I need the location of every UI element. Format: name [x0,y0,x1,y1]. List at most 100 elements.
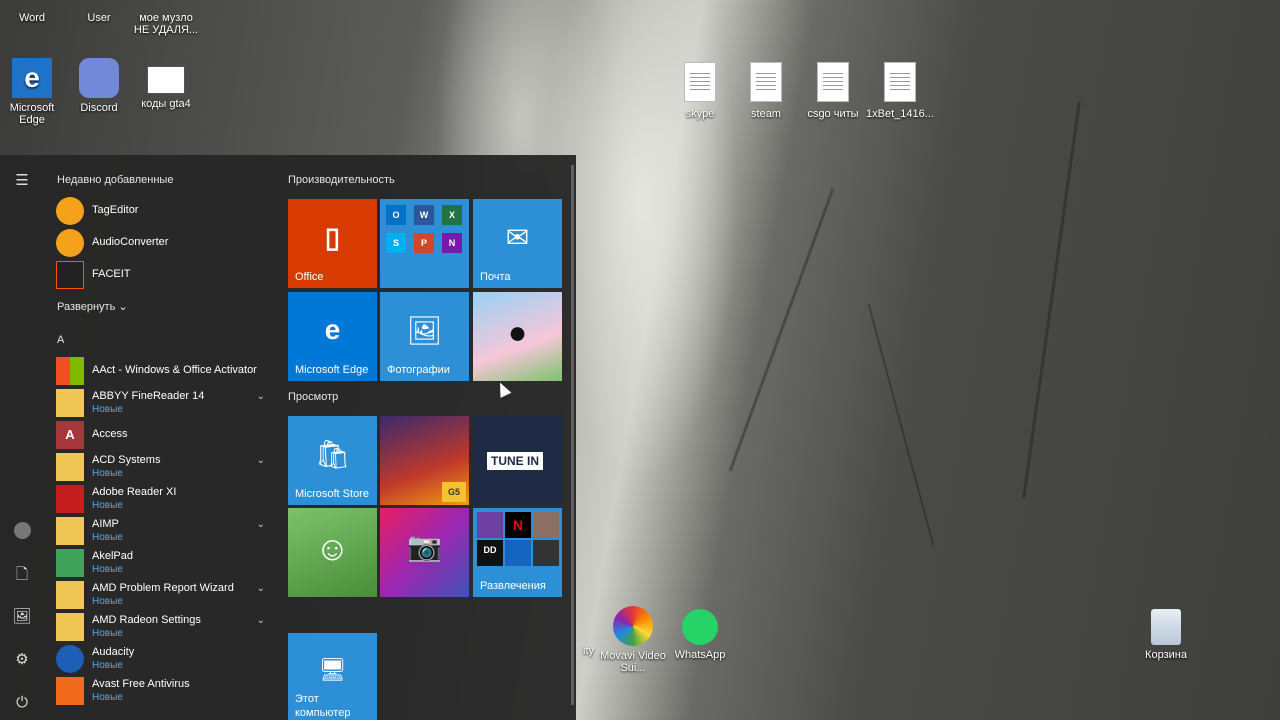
camera-icon: 📷 [407,531,442,562]
chevron-down-icon[interactable]: ⌄ [257,519,265,530]
discord-label: Discord [80,102,118,114]
app-faceit[interactable]: FACEIT [56,259,271,289]
app-adobe-reader[interactable]: Adobe Reader XI Новые [56,483,271,513]
tile-camera[interactable]: 📷 [380,508,469,597]
tile-tunein[interactable]: TUNE IN [473,416,562,505]
document-icon [147,66,185,94]
app-list: Недавно добавленные TagEditor AudioConve… [50,155,280,720]
tile-label: Microsoft Edge [295,364,369,376]
desktop-icon-whatsapp[interactable]: WhatsApp [665,609,735,661]
adobe-reader-icon [56,485,84,513]
tile-edge[interactable]: e Microsoft Edge [288,292,377,381]
new-badge: Новые [92,468,123,479]
desktop-file-1xbet[interactable]: 1xBet_1416... [865,62,935,120]
app-abbyy[interactable]: ABBYY FineReader 14 Новые ⌄ [56,387,271,417]
app-name: Avast Free Antivirus [92,678,190,690]
desktop-file-steam[interactable]: steam [731,62,801,120]
app-aact[interactable]: AAct - Windows & Office Activator [56,355,271,385]
tageditor-icon [56,197,84,225]
folder-icon [56,517,84,545]
new-badge: Новые [92,628,123,639]
tile-hidden-object-game[interactable]: G5 [380,416,469,505]
text-file-icon [750,62,782,102]
mickey-icon: ● [507,314,528,350]
user-label: User [87,12,111,24]
gardener-icon: ☺ [315,530,350,568]
user-avatar-icon[interactable] [12,522,32,542]
app-acd-systems[interactable]: ACD Systems Новые ⌄ [56,451,271,481]
new-badge: Новые [92,660,123,671]
recycle-bin-label: Корзина [1145,649,1187,661]
settings-gear-icon[interactable]: ⚙ [12,650,32,670]
chevron-down-icon[interactable]: ⌄ [257,615,265,626]
tile-this-pc[interactable]: 🖥 Этот компьютер [288,633,377,720]
chevron-down-icon: ⌄ [118,301,128,313]
tile-entertainment[interactable]: N DD Развлечения [473,508,562,597]
tile-office-apps[interactable]: O W X S P N [380,199,469,288]
app-name: AMD Radeon Settings [92,614,201,626]
app-amd-radeon[interactable]: AMD Radeon Settings Новые ⌄ [56,611,271,641]
tile-label: Этот компьютер [295,693,351,719]
desktop-icon-discord[interactable]: Discord [64,58,134,114]
expand-button[interactable]: Развернуть ⌄ [57,300,128,313]
tile-office[interactable]: ▯ Office [288,199,377,288]
tile-gardenscapes[interactable]: ☺ [288,508,377,597]
group-header-browse[interactable]: Просмотр [288,391,338,403]
office-icon: ▯ [324,222,341,253]
game-icon [505,540,531,566]
app-name: TagEditor [92,204,139,216]
movavi-icon [613,606,653,646]
app-name: FACEIT [92,268,131,280]
recycle-bin-icon [1151,609,1181,645]
tile-mail[interactable]: ✉ Почта [473,199,562,288]
folder-icon [56,389,84,417]
desktop-icon-word[interactable]: Word [0,0,67,24]
audacity-icon [56,645,84,673]
app-name: Adobe Reader XI [92,486,177,498]
app-audioconverter[interactable]: AudioConverter [56,227,271,257]
power-icon[interactable]: ⏻ [12,693,32,713]
word-label: Word [18,12,46,24]
tile-photos[interactable]: 🖼 Фотографии [380,292,469,381]
app-avast[interactable]: Avast Free Antivirus Новые [56,675,271,705]
desktop-file-csgo[interactable]: csgo читы [798,62,868,120]
documents-icon[interactable]: 🗋 [12,565,32,585]
recent-header: Недавно добавленные [57,174,174,186]
equalizer-icon [533,540,559,566]
desktop-icon-movavi[interactable]: Movavi Video Sui... [598,606,668,674]
app-tageditor[interactable]: TagEditor [56,195,271,225]
app-akelpad[interactable]: AkelPad Новые [56,547,271,577]
app-amd-problem-report[interactable]: AMD Problem Report Wizard Новые ⌄ [56,579,271,609]
tile-store[interactable]: 🛍 Microsoft Store [288,416,377,505]
desktop-icon-edge[interactable]: e Microsoft Edge [0,58,67,126]
rock-crack [1022,101,1081,499]
chevron-down-icon[interactable]: ⌄ [257,391,265,402]
desktop-icon-user[interactable]: User [64,0,134,24]
text-file-icon [884,62,916,102]
chevron-down-icon[interactable]: ⌄ [257,455,265,466]
new-badge: Новые [92,564,123,575]
group-header-productivity[interactable]: Производительность [288,174,395,186]
akelpad-icon [56,549,84,577]
chevron-down-icon[interactable]: ⌄ [257,583,265,594]
new-badge: Новые [92,596,123,607]
csgo-file-label: csgo читы [807,108,859,120]
tiles-scrollbar[interactable] [571,165,574,705]
edge-label: Microsoft Edge [9,102,55,126]
desktop-icon-recycle-bin[interactable]: Корзина [1131,609,1201,661]
app-aimp[interactable]: AIMP Новые ⌄ [56,515,271,545]
desktop-icon-gta-codes[interactable]: коды gta4 [131,58,201,110]
hamburger-menu-icon[interactable]: ☰ [12,171,32,191]
app-access[interactable]: A Access [56,419,271,449]
computer-icon: 🖥 [318,657,347,682]
letter-header[interactable]: A [57,334,64,346]
audioconverter-icon [56,229,84,257]
desktop-icon-music-folder[interactable]: мое музло НЕ УДАЛЯ... [131,0,201,36]
music-folder-label: мое музло НЕ УДАЛЯ... [133,12,199,36]
app-audacity[interactable]: Audacity Новые [56,643,271,673]
tile-mickey-game[interactable]: ● [473,292,562,381]
pictures-icon[interactable]: 🖼 [12,607,32,627]
expand-label: Развернуть [57,301,116,313]
app-name: Audacity [92,646,135,658]
desktop-file-skype[interactable]: skype [665,62,735,120]
